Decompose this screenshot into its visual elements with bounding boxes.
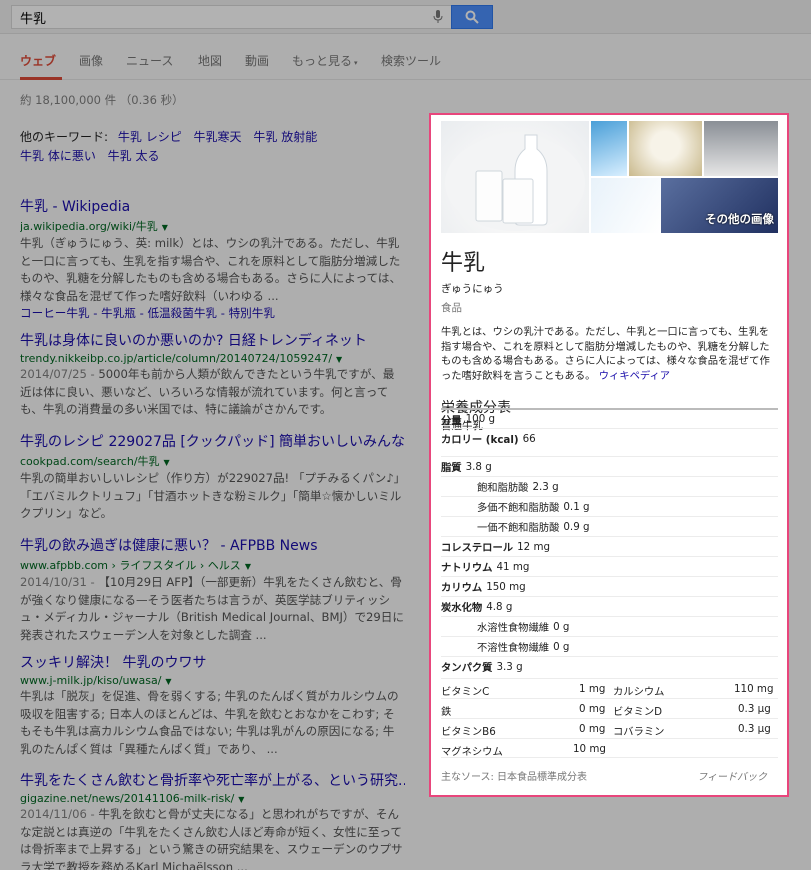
milk-bottle-image[interactable] [441,121,589,233]
result-title[interactable]: 牛乳をたくさん飲むと骨折率や死亡率が上がる、という研究... [20,770,405,790]
result-url: www.afpbb.com › ライフスタイル › ヘルス ▼ [20,559,251,572]
result-snippet: 2014/11/06 - 牛乳を飲むと骨が丈夫になる」と思われがちですが、そんな… [20,807,403,870]
result-snippet: 牛乳の簡単おいしいレシピ（作り方）が229027品! 「プチみるくパン♪」「エバ… [20,471,402,520]
milk-bottle-icon [445,134,585,231]
dropdown-arrow-icon: ▾ [354,59,358,67]
dropdown-arrow-icon[interactable]: ▼ [162,223,168,232]
related-link[interactable]: 牛乳 放射能 [253,130,317,144]
search-input[interactable] [20,9,420,25]
result-title[interactable]: 牛乳の飲み過ぎは健康に悪い？ - AFPBB News [20,535,405,555]
search-result: 牛乳の飲み過ぎは健康に悪い？ - AFPBB News www.afpbb.co… [20,535,405,644]
related-link[interactable]: 牛乳 レシピ [118,130,182,144]
milk-glass-image[interactable] [591,178,661,233]
result-url: cookpad.com/search/牛乳 ▼ [20,455,170,468]
nutrition-row: 水溶性食物繊維 0 g [441,616,778,636]
microphone-icon[interactable] [433,10,443,24]
nutrition-row: カリウム 150 mg [441,576,778,596]
result-stats: 約 18,100,000 件 （0.36 秒） [20,93,184,107]
nutrition-row: 分量 100 g [441,408,778,428]
search-button[interactable] [451,5,493,29]
nutrition-row: カロリー (kcal) 66 [441,428,778,448]
nutrition-row: 炭水化物 4.8 g [441,596,778,616]
result-sitelinks[interactable]: コーヒー牛乳 - 牛乳瓶 - 低温殺菌牛乳 - 特別牛乳 [20,305,405,322]
related-link[interactable]: 牛乳 体に悪い [20,149,96,163]
tab-images[interactable]: 画像 [79,52,103,69]
result-title[interactable]: 牛乳は身体に良いのか悪いのか? 日経トレンディネット [20,330,405,350]
knowledge-panel: その他の画像 牛乳 ぎゅうにゅう 食品 牛乳とは、ウシの乳汁である。ただし、牛乳… [429,113,789,797]
result-snippet: 2014/07/25 - 5000年も前から人類が飲んできたという牛乳ですが、最… [20,367,395,416]
result-title[interactable]: スッキリ解決！ 牛乳のウワサ [20,652,405,672]
result-snippet: 牛乳（ぎゅうにゅう、英: milk）とは、ウシの乳汁である。ただし、牛乳と一口に… [20,236,402,303]
tab-maps[interactable]: 地図 [198,52,222,69]
nutrition-row: 一価不飽和脂肪酸 0.9 g [441,516,778,536]
nutrition-row: ナトリウム 41 mg [441,556,778,576]
tab-news[interactable]: ニュース [126,52,173,69]
dropdown-arrow-icon[interactable]: ▼ [164,458,170,467]
tab-web[interactable]: ウェブ [20,52,56,69]
source-text: 主なソース: 日本食品標準成分表 [441,772,588,783]
top-bar [0,0,811,34]
related-link[interactable]: 牛乳寒天 [194,130,242,144]
nutrition-row: タンパク質 3.3 g [441,656,778,676]
result-snippet: 牛乳は「脱灰」を促進、骨を弱くする; 牛乳のたんぱく質がカルシウムの吸収を阻害す… [20,689,399,756]
search-result: スッキリ解決！ 牛乳のウワサ www.j-milk.jp/kiso/uwasa/… [20,652,405,758]
search-tabs: ウェブ 画像 ニュース 地図 動画 もっと見る ▾ 検索ツール [0,44,811,80]
nutrition-row: 飽和脂肪酸 2.3 g [441,476,778,496]
tab-search-tools[interactable]: 検索ツール [381,52,441,69]
entity-description: 牛乳とは、ウシの乳汁である。ただし、牛乳と一口に言っても、生乳を指す場合や、これ… [441,326,770,382]
related-link[interactable]: 牛乳 太る [108,149,160,163]
nutrition-row: 多価不飽和脂肪酸 0.1 g [441,496,778,516]
image-strip: その他の画像 [441,121,778,233]
vitamin-row: ビタミンC 1 mg カルシウム 110 mg [441,678,778,698]
vitamin-row: マグネシウム 10 mg [441,738,778,758]
dropdown-arrow-icon[interactable]: ▼ [238,795,244,804]
active-tab-indicator [20,77,62,80]
entity-reading: ぎゅうにゅう [441,283,504,295]
wikipedia-link[interactable]: ウィキペディア [599,370,670,382]
tab-videos[interactable]: 動画 [245,52,269,69]
dropdown-arrow-icon[interactable]: ▼ [245,562,251,571]
result-title[interactable]: 牛乳のレシピ 229027品 [クックパッド] 簡単おいしいみんな... [20,431,405,451]
nutrition-row: 脂質 3.8 g [441,456,778,476]
milk-drop-image[interactable] [629,121,702,176]
feedback-link[interactable]: フィードバック [697,768,767,783]
more-images-button[interactable]: その他の画像 [661,178,778,233]
result-snippet: 2014/10/31 - 【10月29日 AFP】（一部更新）牛乳をたくさん飲む… [20,575,404,642]
result-url: ja.wikipedia.org/wiki/牛乳 ▼ [20,220,168,233]
result-title[interactable]: 牛乳 - Wikipedia [20,196,405,216]
result-url: trendy.nikkeibp.co.jp/article/column/201… [20,352,343,365]
nutrition-row: コレステロール 12 mg [441,536,778,556]
tab-more[interactable]: もっと見る ▾ [292,52,358,69]
search-result: 牛乳のレシピ 229027品 [クックパッド] 簡単おいしいみんな... coo… [20,431,405,523]
dropdown-arrow-icon[interactable]: ▼ [165,677,171,686]
milk-splash-image[interactable] [591,121,627,176]
search-result: 牛乳をたくさん飲むと骨折率や死亡率が上がる、という研究... gigazine.… [20,770,405,870]
result-url: gigazine.net/news/20141106-milk-risk/▼ [20,792,245,805]
vitamin-row: ビタミンB6 0 mg コバラミン 0.3 μg [441,718,778,738]
search-results-page: ウェブ 画像 ニュース 地図 動画 もっと見る▾ 検索ツール 約 18,100,… [0,0,811,870]
search-box[interactable] [11,5,451,29]
search-result: 牛乳は身体に良いのか悪いのか? 日経トレンディネット trendy.nikkei… [20,330,405,419]
vitamin-row: 鉄 0 mg ビタミンD 0.3 μg [441,698,778,718]
panel-footer: 主なソース: 日本食品標準成分表 フィードバック [441,768,767,783]
search-result: 牛乳 - Wikipedia ja.wikipedia.org/wiki/牛乳 ▼… [20,196,405,322]
nutrition-row: 不溶性食物繊維 0 g [441,636,778,656]
search-icon [465,10,479,24]
entity-title: 牛乳 [441,251,486,276]
result-url: www.j-milk.jp/kiso/uwasa/▼ [20,674,172,687]
related-label: 他のキーワード: [20,130,109,144]
related-keywords: 他のキーワード: 牛乳 レシピ 牛乳寒天 牛乳 放射能 牛乳 体に悪い 牛乳 太… [20,128,400,166]
dropdown-arrow-icon[interactable]: ▼ [336,355,342,364]
entity-type: 食品 [441,302,462,314]
milk-pour-image[interactable] [704,121,778,176]
